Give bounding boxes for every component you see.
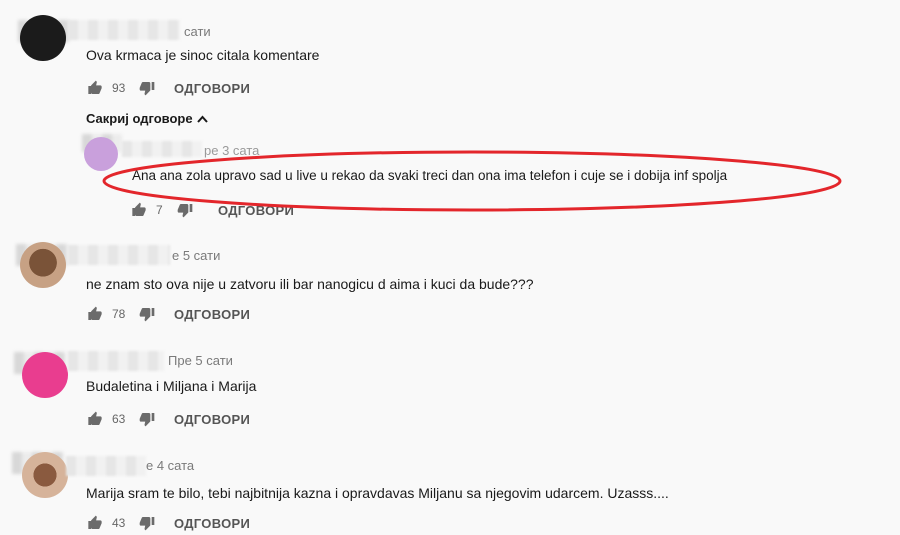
- comment-text: Ova krmaca je sinoc citala komentare: [86, 47, 320, 63]
- thumbs-down-icon[interactable]: [176, 202, 194, 218]
- reply-button[interactable]: ОДГОВОРИ: [174, 307, 250, 322]
- comment-time[interactable]: Пре 5 сати: [168, 353, 233, 368]
- reply-button[interactable]: ОДГОВОРИ: [174, 81, 250, 96]
- thumbs-down-icon[interactable]: [138, 515, 156, 531]
- thumbs-up-icon[interactable]: [86, 306, 104, 322]
- thumbs-down-icon[interactable]: [138, 306, 156, 322]
- hide-replies-label: Сакриј одговоре: [86, 111, 193, 126]
- comment-actions: 78 ОДГОВОРИ: [86, 304, 250, 324]
- author-name-blurred[interactable]: [68, 351, 164, 371]
- author-name-blurred[interactable]: [122, 141, 202, 157]
- like-count: 78: [112, 307, 126, 321]
- thumbs-up-icon[interactable]: [130, 202, 148, 218]
- thumbs-up-icon[interactable]: [86, 515, 104, 531]
- hide-replies-button[interactable]: Сакриј одговоре: [86, 111, 208, 126]
- avatar[interactable]: [22, 352, 68, 398]
- comment-text: Ana ana zola upravo sad u live u rekao d…: [132, 168, 728, 183]
- thumbs-down-icon[interactable]: [138, 411, 156, 427]
- avatar[interactable]: [20, 242, 66, 288]
- comment-text: Budaletina i Miljana i Marija: [86, 378, 257, 394]
- author-name-blurred[interactable]: [68, 245, 170, 265]
- chevron-up-icon: [196, 111, 208, 126]
- comment-text: Marija sram te bilo, tebi najbitnija kaz…: [86, 485, 669, 501]
- thumbs-up-icon[interactable]: [86, 80, 104, 96]
- comment-actions: 93 ОДГОВОРИ: [86, 78, 250, 98]
- author-name-blurred[interactable]: [68, 20, 180, 40]
- comment-time[interactable]: сати: [184, 24, 211, 39]
- like-count: 7: [156, 203, 163, 217]
- avatar[interactable]: [22, 452, 68, 498]
- comment-text: ne znam sto ova nije u zatvoru ili bar n…: [86, 276, 534, 292]
- reply-button[interactable]: ОДГОВОРИ: [218, 203, 294, 218]
- thumbs-down-icon[interactable]: [138, 80, 156, 96]
- comment-actions: 43 ОДГОВОРИ: [86, 513, 250, 533]
- comment-time[interactable]: ре 3 сата: [204, 143, 259, 158]
- like-count: 43: [112, 516, 126, 530]
- comment-actions: 63 ОДГОВОРИ: [86, 409, 250, 429]
- thumbs-up-icon[interactable]: [86, 411, 104, 427]
- avatar[interactable]: [20, 15, 66, 61]
- like-count: 93: [112, 81, 126, 95]
- like-count: 63: [112, 412, 126, 426]
- comment-actions: 7 ОДГОВОРИ: [130, 200, 294, 220]
- reply-button[interactable]: ОДГОВОРИ: [174, 516, 250, 531]
- avatar[interactable]: [84, 137, 118, 171]
- comment-time[interactable]: е 5 сати: [172, 248, 220, 263]
- reply-button[interactable]: ОДГОВОРИ: [174, 412, 250, 427]
- author-name-blurred[interactable]: [66, 456, 146, 476]
- comment-time[interactable]: е 4 сата: [146, 458, 194, 473]
